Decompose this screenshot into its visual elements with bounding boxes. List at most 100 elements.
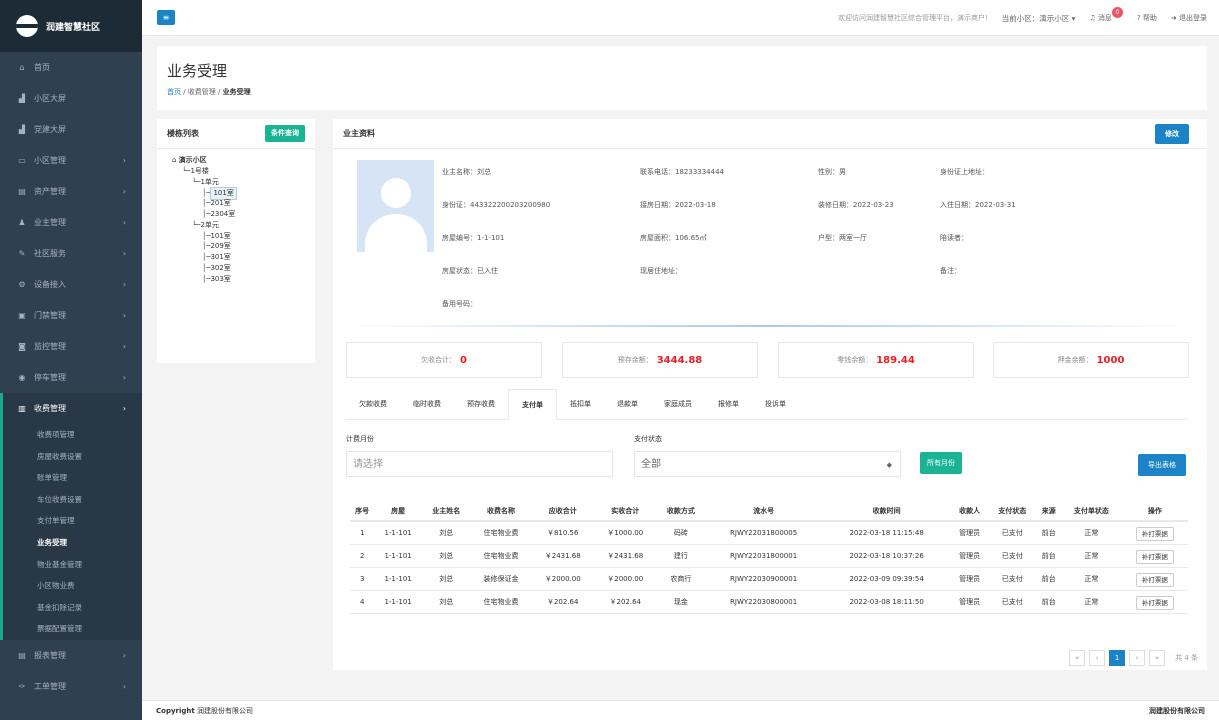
subnav-item[interactable]: 票据配置管理 xyxy=(3,618,142,640)
tab-item[interactable]: 报修单 xyxy=(705,389,752,419)
sidebar-item-label: 社区服务 xyxy=(34,249,66,258)
tab-item[interactable]: 退款单 xyxy=(604,389,651,419)
export-table-button[interactable]: 导出表格 xyxy=(1138,454,1186,476)
menu-toggle-button[interactable]: ≡ xyxy=(157,10,175,25)
subnav-item[interactable]: 业务受理 xyxy=(3,532,142,554)
tree-node[interactable]: │─301室 xyxy=(172,252,300,263)
chevron-right-icon: › xyxy=(122,342,126,351)
tree-node[interactable]: │─209室 xyxy=(172,241,300,252)
sidebar-item[interactable]: ▣ 门禁管理 › xyxy=(0,300,142,331)
table-row: 2 1-1-101 刘总 住宅物业费 ￥2431.68 ￥2431.68 建行 RJWY220… xyxy=(350,544,1188,568)
owner-info-field: 联系电话：18233334444 xyxy=(640,168,724,176)
logo[interactable]: 润建智慧社区 xyxy=(0,0,142,52)
sidebar-item[interactable]: ⚙ 设备接入 › xyxy=(0,269,142,300)
table-cell: RJWY22031800005 xyxy=(705,521,822,545)
tab-item[interactable]: 投诉单 xyxy=(752,389,799,419)
edit-button[interactable]: 修改 xyxy=(1155,124,1189,144)
edit-icon: ✎ xyxy=(18,249,26,258)
tree-node[interactable]: │─302室 xyxy=(172,263,300,274)
table-header-cell: 收款人 xyxy=(951,501,988,522)
reprint-receipt-button[interactable]: 补打票据 xyxy=(1135,549,1174,564)
tree-node[interactable]: │─101室 xyxy=(172,231,300,242)
tab-item[interactable]: 家庭成员 xyxy=(651,389,705,419)
sidebar-item[interactable]: ◉ 停车管理 › xyxy=(0,362,142,393)
table-header-cell: 应收合计 xyxy=(531,501,594,522)
sidebar-item[interactable]: ▟ 小区大屏 xyxy=(0,83,142,114)
month-input[interactable]: 请选择 xyxy=(346,451,613,477)
page-1-button[interactable]: 1 xyxy=(1109,650,1126,666)
tree-node[interactable]: └─1号楼 xyxy=(172,166,300,177)
status-select[interactable]: 全部 ◆ xyxy=(634,451,901,477)
table-cell: 补打票据 xyxy=(1121,544,1188,568)
tab-item[interactable]: 抵扣单 xyxy=(557,389,604,419)
sidebar-item-label: 监控管理 xyxy=(34,342,66,351)
tree-node[interactable]: ⌂ 演示小区 xyxy=(172,155,300,166)
help-link[interactable]: ? 帮助 xyxy=(1137,13,1157,23)
chevron-right-icon: › xyxy=(122,681,126,691)
table-cell: 2022-03-08 18:11:50 xyxy=(821,590,952,614)
breadcrumb-home[interactable]: 首页 xyxy=(167,88,181,96)
tree-node[interactable]: └─2单元 xyxy=(172,220,300,231)
help-icon: ? xyxy=(1136,14,1141,22)
subnav-item[interactable]: 物业基金管理 xyxy=(3,554,142,576)
first-page-button[interactable]: « xyxy=(1069,650,1086,666)
last-page-button[interactable]: » xyxy=(1149,650,1166,666)
next-page-button[interactable]: › xyxy=(1129,650,1146,666)
subnav-item[interactable]: 车位收费设置 xyxy=(3,489,142,511)
total-count: 共 4 条 xyxy=(1175,654,1198,662)
tab-item[interactable]: 支付单 xyxy=(508,389,557,420)
community-selector[interactable]: 当前小区：演示小区 ▾ xyxy=(1002,13,1076,24)
subnav-item[interactable]: 基金扣除记录 xyxy=(3,597,142,619)
tab-bar: 欠款收费 临时收费 预存收费 支付单 抵扣单 退款单 家庭成员 报修单 投诉单 xyxy=(346,389,1188,420)
reprint-receipt-button[interactable]: 补打票据 xyxy=(1135,526,1174,541)
table-header-cell: 业主姓名 xyxy=(421,501,471,522)
prev-page-button[interactable]: ‹ xyxy=(1089,650,1106,666)
tab-item[interactable]: 临时收费 xyxy=(400,389,454,419)
home-icon: ⌂ xyxy=(19,63,25,72)
subnav: 收费项管理 房屋收费设置 账单管理 车位收费设置 支付单管理 业务受理 物业基金管理 小区物业… xyxy=(0,424,142,640)
welcome-text: 欢迎访问润建智慧社区综合管理平台，演示商户! xyxy=(837,14,988,22)
subnav-item[interactable]: 收费项管理 xyxy=(3,424,142,446)
sidebar-item[interactable]: ✎ 社区服务 › xyxy=(0,238,142,269)
tree-node-label: 2304室 xyxy=(210,209,236,218)
table-cell: 刘总 xyxy=(421,521,471,545)
sidebar-item[interactable]: ▤ 报表管理 › xyxy=(0,640,142,671)
subnav-item[interactable]: 房屋收费设置 xyxy=(3,446,142,468)
sidebar-item[interactable]: ▭ 小区管理 › xyxy=(0,145,142,176)
table-cell: 现金 xyxy=(656,590,706,614)
tree-node[interactable]: └─1单元 xyxy=(172,177,300,188)
help-label: 帮助 xyxy=(1142,14,1157,22)
subnav-item[interactable]: 支付单管理 xyxy=(3,510,142,532)
sidebar-item[interactable]: ◙ 监控管理 › xyxy=(0,331,142,362)
condition-query-button[interactable]: 条件查询 xyxy=(265,125,305,142)
sidebar-item[interactable]: ▟ 党建大屏 xyxy=(0,114,142,145)
sidebar-item[interactable]: ▤ 资产管理 › xyxy=(0,176,142,207)
table-header-cell: 实收合计 xyxy=(593,501,657,522)
app-name: 润建智慧社区 xyxy=(46,22,101,33)
subnav-item[interactable]: 账单管理 xyxy=(3,467,142,489)
table-cell: 补打票据 xyxy=(1121,521,1188,545)
reprint-receipt-button[interactable]: 补打票据 xyxy=(1135,595,1174,610)
messages-link[interactable]: ♫ 消息0 xyxy=(1089,7,1123,23)
sidebar-item[interactable]: ♟ 业主管理 › xyxy=(0,207,142,238)
footer-company: 润建股份有限公司 xyxy=(1149,706,1205,715)
subnav-item[interactable]: 小区物业费 xyxy=(3,575,142,597)
tree-panel-header: 楼栋列表 条件查询 xyxy=(157,119,315,149)
tree-node-label: 201室 xyxy=(210,199,231,208)
all-months-button[interactable]: 所有月份 xyxy=(920,452,962,474)
sidebar-item[interactable]: ✑ 工单管理 › xyxy=(0,671,142,702)
breadcrumb-mid[interactable]: 收费管理 xyxy=(188,88,216,96)
wrench-icon: ✑ xyxy=(18,681,26,691)
sidebar-item-label: 小区管理 xyxy=(34,156,66,165)
logout-link[interactable]: ➜ 退出登录 xyxy=(1171,13,1207,23)
tab-item[interactable]: 预存收费 xyxy=(454,389,508,419)
tree-node[interactable]: │─101室 xyxy=(172,187,300,201)
owner-info-field: 陪读者： xyxy=(940,234,968,242)
reprint-receipt-button[interactable]: 补打票据 xyxy=(1135,572,1174,587)
tab-item[interactable]: 欠款收费 xyxy=(346,389,400,419)
table-cell: 刘总 xyxy=(421,567,471,591)
tree-node[interactable]: │─2304室 xyxy=(172,209,300,220)
sidebar-item[interactable]: ▥ 收费管理 › xyxy=(0,393,142,424)
sidebar-item[interactable]: ⌂ 首页 xyxy=(0,52,142,83)
tree-node[interactable]: │─303室 xyxy=(172,274,300,285)
